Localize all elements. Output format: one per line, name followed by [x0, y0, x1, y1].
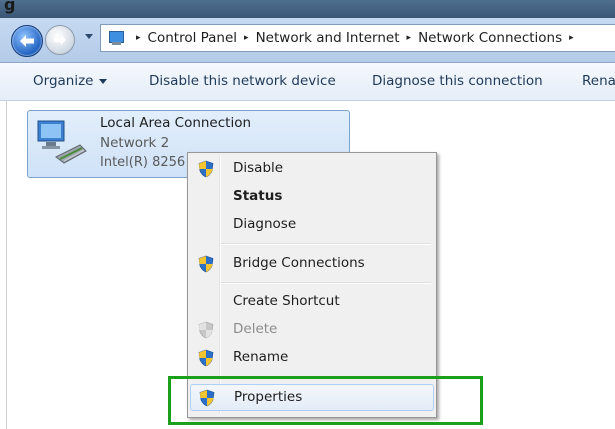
menu-item-delete[interactable]: Delete — [190, 318, 434, 342]
arrow-left-icon — [20, 35, 34, 47]
window-title-bar: g — [0, 0, 615, 18]
breadcrumb-network-connections[interactable]: Network Connections — [418, 30, 562, 46]
connection-name: Local Area Connection — [100, 115, 252, 131]
connection-device: Intel(R) 8256 — [100, 155, 186, 170]
organize-button[interactable]: Organize — [33, 73, 108, 89]
breadcrumb-control-panel[interactable]: Control Panel — [148, 30, 238, 46]
menu-item-label: Status — [233, 188, 283, 204]
menu-item-label: Create Shortcut — [233, 293, 340, 309]
connection-network: Network 2 — [100, 135, 170, 151]
menu-item-label: Diagnose — [233, 216, 297, 232]
breadcrumb-separator[interactable]: ▸ — [244, 33, 249, 43]
menu-separator — [221, 282, 431, 284]
recent-pages-dropdown[interactable] — [85, 34, 93, 39]
menu-item-bridge-connections[interactable]: Bridge Connections — [190, 252, 434, 276]
annotation-highlight — [168, 376, 483, 425]
pane-divider — [6, 100, 7, 429]
menu-separator — [221, 243, 431, 245]
chevron-down-icon — [99, 78, 108, 84]
shield-icon — [198, 160, 214, 178]
shield-icon — [198, 349, 214, 367]
shield-icon — [198, 255, 214, 273]
back-button[interactable] — [11, 25, 43, 57]
forward-button[interactable] — [45, 25, 75, 55]
breadcrumb-separator[interactable]: ▸ — [407, 33, 412, 43]
address-bar[interactable]: ▸ Control Panel ▸ Network and Internet ▸… — [100, 24, 615, 52]
command-bar: Organize Disable this network device Dia… — [0, 63, 615, 101]
arrow-right-icon — [54, 34, 66, 46]
menu-item-status[interactable]: Status — [190, 185, 434, 209]
breadcrumb-network-and-internet[interactable]: Network and Internet — [256, 30, 400, 46]
network-adapter-icon — [37, 120, 87, 164]
menu-item-rename[interactable]: Rename — [190, 346, 434, 370]
menu-item-label: Disable — [233, 160, 284, 176]
breadcrumb-separator[interactable]: ▸ — [569, 33, 574, 43]
menu-item-label: Rename — [233, 349, 289, 365]
shield-icon — [198, 321, 214, 339]
control-panel-icon — [107, 30, 125, 46]
breadcrumb-separator[interactable]: ▸ — [136, 33, 141, 43]
diagnose-connection-button[interactable]: Diagnose this connection — [372, 73, 543, 89]
menu-item-label: Bridge Connections — [233, 255, 365, 271]
menu-item-create-shortcut[interactable]: Create Shortcut — [190, 290, 434, 314]
organize-label: Organize — [33, 73, 94, 89]
menu-item-label: Delete — [233, 321, 278, 337]
rename-connection-button[interactable]: Rena — [582, 73, 615, 89]
disable-device-button[interactable]: Disable this network device — [149, 73, 336, 89]
window-title: g — [4, 0, 16, 14]
menu-item-diagnose[interactable]: Diagnose — [190, 213, 434, 237]
menu-item-disable[interactable]: Disable — [190, 157, 434, 181]
